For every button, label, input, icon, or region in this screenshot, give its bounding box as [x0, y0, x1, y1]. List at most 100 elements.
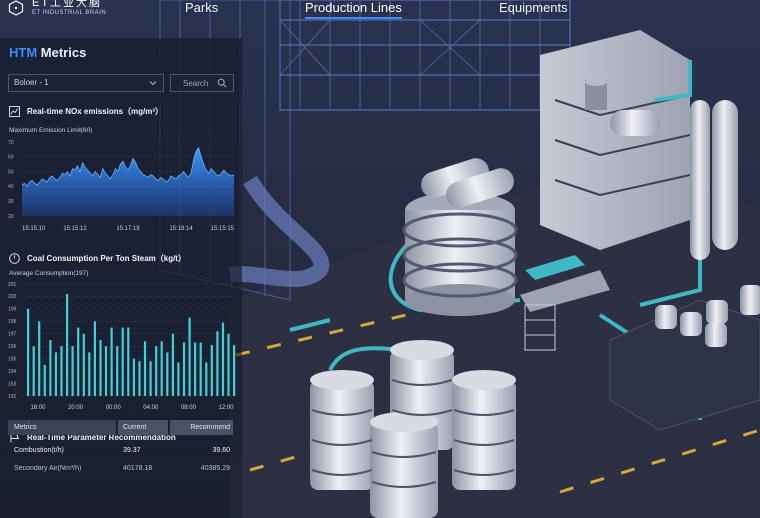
- coal-bar: [116, 346, 119, 396]
- col-header-recommend: Recommend: [170, 420, 233, 435]
- logo-text: ET工业大脑 ET INDUSTRIAL BRAIN: [32, 0, 106, 16]
- boiler-select[interactable]: Boloer - 1: [8, 74, 164, 92]
- coal-bar: [104, 346, 108, 396]
- row-current: 40178.18: [123, 465, 153, 472]
- coal-bar: [132, 358, 135, 396]
- row-metric: Secondary Air(Nm³/h): [14, 465, 82, 472]
- coal-consumption-chart: 192 193 194 195 196 197 198 199 200 201 16:00 20:00…: [8, 282, 236, 411]
- coal-bar: [155, 346, 158, 396]
- nox-xtick-label: 15:15:10: [22, 226, 46, 232]
- coal-ytick-label: 198: [8, 319, 17, 325]
- coal-xtick-label: 00:00: [106, 405, 122, 411]
- logo-cn-text: ET工业大脑: [32, 0, 103, 9]
- nox-ytick-label: 40: [8, 184, 14, 190]
- coal-bar: [149, 361, 152, 396]
- coal-bar: [177, 362, 180, 396]
- nox-area: [22, 147, 234, 216]
- coal-xtick-label: 04:00: [143, 405, 159, 411]
- coal-bar: [171, 333, 174, 396]
- coal-bar: [160, 341, 163, 396]
- coal-ytick-label: 200: [8, 294, 17, 300]
- coal-bar: [77, 327, 80, 396]
- panel-title-prefix: HTM: [9, 45, 38, 60]
- recommendation-table: Metrics Current Recommend Combustion(t/h…: [8, 420, 233, 475]
- coal-bar: [199, 342, 202, 396]
- coal-bar: [99, 340, 102, 396]
- chevron-down-icon: [149, 81, 157, 86]
- gauge-icon: [9, 253, 20, 264]
- coal-bar: [66, 294, 69, 396]
- coal-ytick-label: 201: [8, 282, 17, 288]
- row-current: 39.37: [123, 446, 141, 454]
- nox-ytick-label: 70: [8, 140, 14, 146]
- coal-xtick-label: 12:00: [218, 405, 234, 411]
- coal-bar: [166, 352, 169, 396]
- boiler-select-value: Boloer - 1: [14, 78, 49, 87]
- coal-bar: [182, 342, 186, 396]
- coal-ytick-label: 193: [8, 381, 17, 387]
- col-header-metrics: Metrics: [8, 420, 116, 435]
- coal-bar: [210, 345, 213, 396]
- coal-bar: [49, 340, 52, 396]
- nox-subtitle: Maximum Emission Limit(60): [9, 127, 93, 134]
- coal-bar: [221, 322, 225, 396]
- coal-bar: [93, 321, 96, 396]
- search-icon[interactable]: [217, 78, 227, 88]
- coal-bar: [110, 327, 113, 396]
- coal-ytick-label: 194: [8, 369, 17, 375]
- coal-bar: [32, 346, 35, 396]
- coal-bar: [82, 333, 85, 396]
- coal-bar: [43, 364, 46, 396]
- logo-en-text: ET INDUSTRIAL BRAIN: [32, 10, 107, 16]
- coal-bar: [216, 331, 219, 396]
- coal-bar: [27, 308, 30, 396]
- nox-ytick-label: 30: [8, 199, 14, 205]
- coal-subtitle: Average Consumption(197): [9, 270, 89, 277]
- top-navigation: ET工业大脑 ET INDUSTRIAL BRAIN Parks Product…: [0, 0, 760, 22]
- nav-tab-parks[interactable]: Parks: [185, 0, 218, 15]
- coal-ytick-label: 199: [8, 307, 17, 313]
- table-row: Secondary Air(Nm³/h) 40178.18 40385.29: [8, 465, 233, 475]
- coal-xtick-label: 16:00: [30, 405, 46, 411]
- coal-bar: [143, 341, 147, 396]
- nav-tab-equipments[interactable]: Equipments: [499, 0, 568, 15]
- coal-ytick-label: 196: [8, 344, 17, 350]
- coal-bar: [54, 352, 57, 396]
- col-header-current: Current: [118, 420, 168, 435]
- panel-title-rest: Metrics: [37, 45, 87, 60]
- coal-ytick-label: 195: [8, 356, 17, 362]
- search-box[interactable]: [170, 74, 234, 92]
- line-chart-icon: [9, 106, 20, 117]
- coal-bar: [121, 327, 124, 396]
- nox-ytick-label: 50: [8, 169, 14, 175]
- nav-tab-production-lines[interactable]: Production Lines: [305, 0, 402, 19]
- row-recommend: 39.60: [212, 446, 230, 454]
- coal-ytick-label: 197: [8, 332, 17, 338]
- coal-title: Coal Consumption Per Ton Steam（kg/t）: [27, 254, 186, 263]
- nox-ytick-label: 60: [8, 155, 14, 161]
- coal-bar: [71, 346, 74, 396]
- coal-bar: [127, 327, 130, 396]
- coal-xtick-label: 08:00: [181, 405, 197, 411]
- nox-xtick-label: 15:17:18: [116, 226, 140, 232]
- coal-bar: [38, 321, 41, 396]
- table-row: Combustion(t/h) 39.37 39.60: [8, 435, 233, 465]
- coal-bar: [138, 361, 141, 396]
- row-metric: Combustion(t/h): [14, 446, 64, 454]
- brand-logo[interactable]: ET工业大脑 ET INDUSTRIAL BRAIN: [8, 0, 106, 16]
- coal-bar: [205, 362, 208, 396]
- coal-section-header: Coal Consumption Per Ton Steam（kg/t）: [9, 253, 186, 264]
- coal-bar: [227, 333, 230, 396]
- coal-bar: [233, 345, 236, 396]
- nox-xtick-label: 15:18:14: [169, 226, 193, 232]
- nox-section-header: Real-time NOx emissions（mg/m³）: [9, 106, 163, 117]
- nox-ytick-label: 20: [8, 214, 14, 220]
- coal-bar: [188, 317, 191, 396]
- panel-title: HTM Metrics: [9, 45, 86, 60]
- search-input[interactable]: [171, 75, 219, 91]
- coal-ytick-label: 192: [8, 394, 17, 400]
- row-recommend: 40385.29: [200, 465, 230, 472]
- nox-xtick-label: 15:15:15: [211, 226, 235, 232]
- hexagon-logo-icon: [8, 0, 24, 16]
- coal-bar: [194, 342, 197, 396]
